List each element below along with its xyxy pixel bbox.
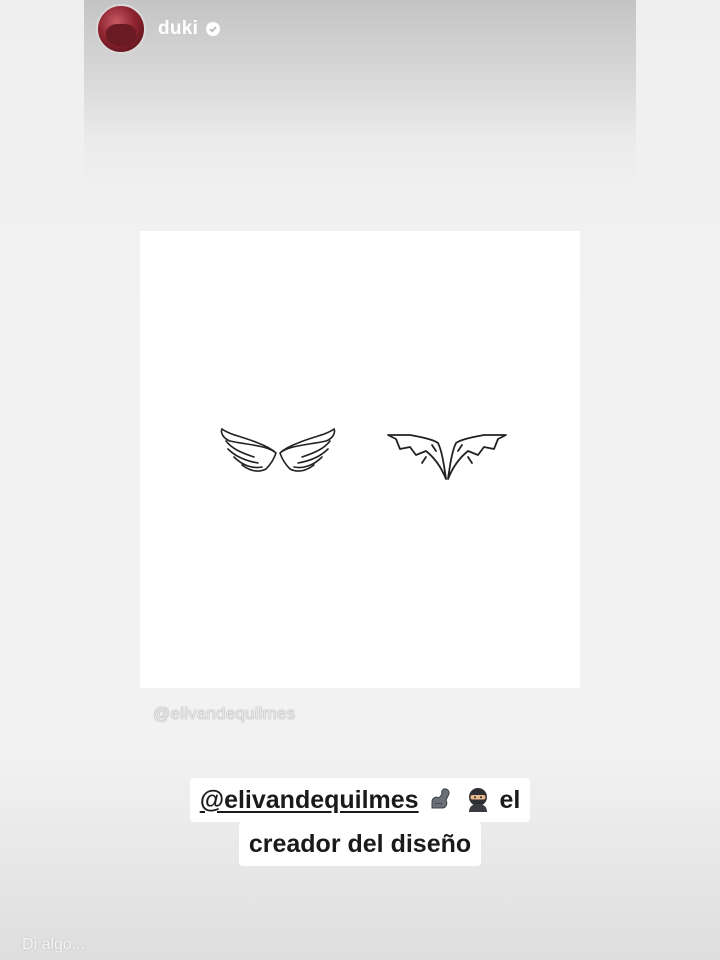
verified-badge-icon xyxy=(206,22,221,36)
ninja-emoji xyxy=(468,788,487,812)
angel-wings-icon xyxy=(220,427,336,472)
bat-wings-icon xyxy=(387,434,507,480)
shared-post-image[interactable] xyxy=(140,231,580,688)
watermark-username: @elivandequilmes xyxy=(153,704,296,723)
username[interactable]: duki xyxy=(158,18,198,40)
caption-tail: el xyxy=(499,786,521,814)
caption-line-1: @elivandequilmes el xyxy=(189,778,531,822)
story-caption: @elivandequilmes el creador del diseño xyxy=(0,778,720,866)
caption-mention[interactable]: @elivandequilmes xyxy=(200,786,419,814)
reply-input[interactable]: Di algo... xyxy=(22,936,85,954)
flexed-biceps-emoji xyxy=(431,788,450,809)
caption-line-2: creador del diseño xyxy=(238,822,482,866)
profile-avatar[interactable] xyxy=(96,4,146,54)
story-header: duki xyxy=(96,4,221,54)
